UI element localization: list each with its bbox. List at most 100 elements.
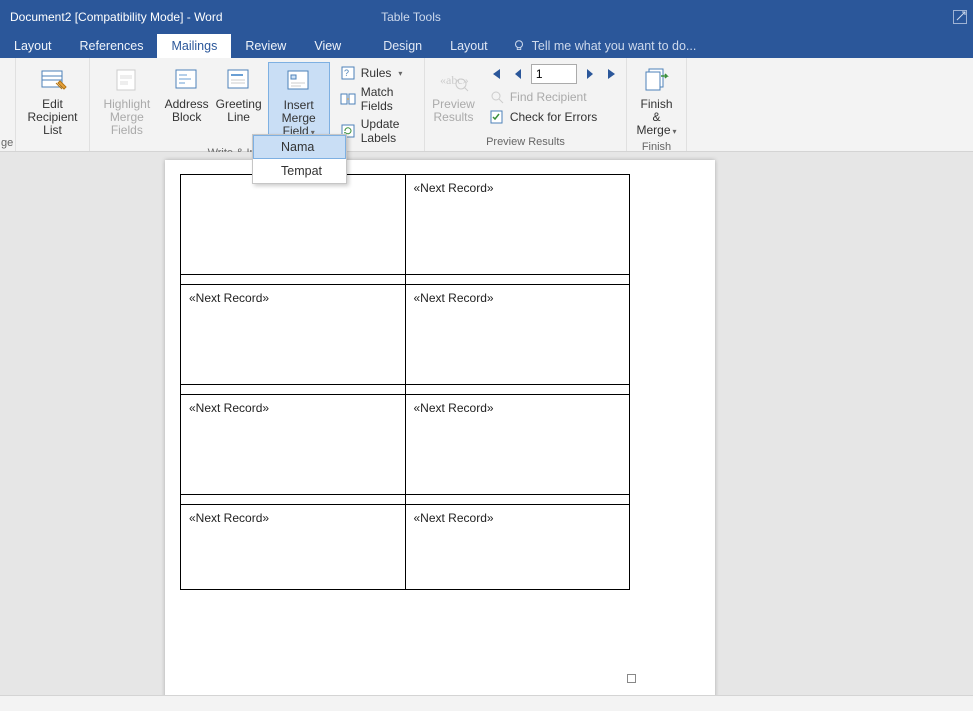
tab-layout-left[interactable]: Layout xyxy=(0,34,66,58)
finish-merge-label: Finish & Merge▾ xyxy=(636,98,676,138)
address-block-icon xyxy=(171,64,203,96)
next-record-field: «Next Record» xyxy=(414,401,494,415)
table-row: «Next Record» «Next Record» xyxy=(181,505,630,590)
update-labels-label: Update Labels xyxy=(361,117,414,145)
table-row: «Next Record» «Next Record» xyxy=(181,285,630,385)
tab-review[interactable]: Review xyxy=(231,34,300,58)
group-preview-results: «abc» Preview Results Find Recipient xyxy=(425,58,627,151)
svg-text:?: ? xyxy=(344,68,349,78)
find-recipient-label: Find Recipient xyxy=(510,90,587,104)
table-resize-handle-icon[interactable] xyxy=(627,674,636,683)
record-navigation xyxy=(485,62,623,86)
edit-recipient-list-icon xyxy=(37,64,69,96)
page: «Next Record» «Next Record» «Next Record… xyxy=(165,160,715,700)
highlight-merge-fields-icon xyxy=(111,64,143,96)
truncated-group-label: ge xyxy=(1,137,15,149)
tab-design[interactable]: Design xyxy=(369,34,436,58)
menu-item-nama[interactable]: Nama xyxy=(253,135,346,159)
chevron-down-icon: ▾ xyxy=(673,127,677,136)
tab-mailings[interactable]: Mailings xyxy=(157,34,231,58)
window-title: Document2 [Compatibility Mode] - Word xyxy=(0,0,223,34)
table-row xyxy=(181,275,630,285)
previous-record-button[interactable] xyxy=(509,65,527,83)
label-cell[interactable]: «Next Record» xyxy=(181,285,406,385)
finish-merge-icon xyxy=(641,64,673,96)
label-cell[interactable]: «Next Record» xyxy=(405,285,630,385)
next-record-field: «Next Record» xyxy=(414,181,494,195)
group-finish: Finish & Merge▾ Finish xyxy=(627,58,687,151)
match-fields-label: Match Fields xyxy=(361,85,414,113)
record-number-input[interactable] xyxy=(531,64,577,84)
preview-results-label: Preview Results xyxy=(432,98,475,124)
label-cell[interactable]: «Next Record» xyxy=(405,175,630,275)
table-row: «Next Record» xyxy=(181,175,630,275)
address-block-label: Address Block xyxy=(165,98,209,124)
preview-results-icon: «abc» xyxy=(438,64,470,96)
first-record-button[interactable] xyxy=(487,65,505,83)
find-recipient-icon xyxy=(489,89,505,105)
update-labels-button[interactable]: Update Labels xyxy=(336,116,418,146)
spacer-cell[interactable] xyxy=(181,385,406,395)
check-errors-button[interactable]: Check for Errors xyxy=(485,108,623,126)
edit-recipient-list-button[interactable]: Edit Recipient List xyxy=(22,62,83,139)
check-errors-icon xyxy=(489,109,505,125)
title-bar: Document2 [Compatibility Mode] - Word Ta… xyxy=(0,0,973,34)
match-fields-button[interactable]: Match Fields xyxy=(336,84,418,114)
highlight-merge-fields-button: Highlight Merge Fields xyxy=(96,62,158,139)
label-cell[interactable]: «Next Record» xyxy=(181,505,406,590)
greeting-line-label: Greeting Line xyxy=(216,98,262,124)
tell-me-search[interactable]: Tell me what you want to do... xyxy=(502,34,697,58)
highlight-merge-fields-label: Highlight Merge Fields xyxy=(100,98,154,137)
labels-table: «Next Record» «Next Record» «Next Record… xyxy=(180,174,630,590)
label-cell[interactable]: «Next Record» xyxy=(405,505,630,590)
tab-table-layout[interactable]: Layout xyxy=(436,34,502,58)
menu-item-tempat[interactable]: Tempat xyxy=(253,159,346,183)
edit-recipient-list-label: Edit Recipient List xyxy=(26,98,79,137)
spacer-cell[interactable] xyxy=(405,385,630,395)
insert-merge-field-button[interactable]: Insert Merge Field▾ xyxy=(268,62,330,142)
ribbon: ge Edit Recipient List Highlight Merge F… xyxy=(0,58,973,152)
tab-references[interactable]: References xyxy=(66,34,158,58)
next-record-field: «Next Record» xyxy=(414,511,494,525)
label-cell[interactable]: «Next Record» xyxy=(181,395,406,495)
insert-merge-field-label: Insert Merge Field▾ xyxy=(273,99,325,139)
rules-label: Rules xyxy=(361,66,392,80)
chevron-down-icon: ▾ xyxy=(398,69,402,78)
lightbulb-icon xyxy=(512,39,526,53)
greeting-line-button[interactable]: Greeting Line xyxy=(216,62,262,126)
next-record-field: «Next Record» xyxy=(189,511,269,525)
table-row xyxy=(181,495,630,505)
truncated-group: ge xyxy=(0,58,16,151)
label-cell[interactable] xyxy=(181,175,406,275)
match-fields-icon xyxy=(340,91,356,107)
table-row: «Next Record» «Next Record» xyxy=(181,395,630,495)
next-record-field: «Next Record» xyxy=(189,291,269,305)
label-cell[interactable]: «Next Record» xyxy=(405,395,630,495)
address-block-button[interactable]: Address Block xyxy=(164,62,210,126)
spacer-cell[interactable] xyxy=(405,495,630,505)
contextual-tab-title: Table Tools xyxy=(355,10,467,24)
find-recipient-button: Find Recipient xyxy=(485,88,623,106)
preview-results-group-label: Preview Results xyxy=(431,135,620,151)
rules-button[interactable]: ? Rules ▾ xyxy=(336,64,418,82)
next-record-field: «Next Record» xyxy=(414,291,494,305)
preview-results-button: «abc» Preview Results xyxy=(428,62,479,126)
document-area: ✥ «Next Record» «Next Record» «Next Reco… xyxy=(0,152,973,695)
insert-merge-field-icon xyxy=(283,65,315,97)
tell-me-placeholder: Tell me what you want to do... xyxy=(532,39,697,53)
spacer-cell[interactable] xyxy=(181,495,406,505)
next-record-button[interactable] xyxy=(581,65,599,83)
next-record-field: «Next Record» xyxy=(189,401,269,415)
greeting-line-icon xyxy=(223,64,255,96)
last-record-button[interactable] xyxy=(603,65,621,83)
rules-icon: ? xyxy=(340,65,356,81)
ribbon-display-options-icon[interactable] xyxy=(953,10,967,24)
spacer-cell[interactable] xyxy=(405,275,630,285)
spacer-cell[interactable] xyxy=(181,275,406,285)
tab-view[interactable]: View xyxy=(300,34,355,58)
group-start-mail-merge: Edit Recipient List xyxy=(16,58,90,151)
finish-merge-button[interactable]: Finish & Merge▾ xyxy=(632,62,680,140)
check-errors-label: Check for Errors xyxy=(510,110,597,124)
ribbon-tabs: Layout References Mailings Review View D… xyxy=(0,34,973,58)
table-row xyxy=(181,385,630,395)
